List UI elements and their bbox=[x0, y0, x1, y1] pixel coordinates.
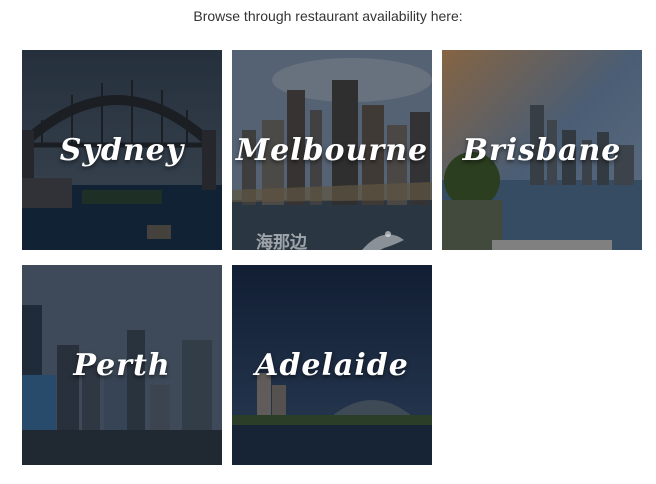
city-label-adelaide: Adelaide bbox=[255, 347, 409, 383]
city-label-perth: Perth bbox=[73, 347, 171, 383]
city-tile-adelaide[interactable]: Adelaide bbox=[232, 265, 432, 465]
watermark-text: 海那边 bbox=[256, 233, 307, 250]
city-label-brisbane: Brisbane bbox=[462, 132, 622, 168]
city-tile-perth[interactable]: Perth bbox=[22, 265, 222, 465]
city-tile-brisbane[interactable]: Brisbane bbox=[442, 50, 642, 250]
city-tile-melbourne[interactable]: Melbourne 海那边 bbox=[232, 50, 432, 250]
bird-logo-icon bbox=[362, 231, 404, 250]
city-label-sydney: Sydney bbox=[59, 132, 185, 168]
watermark-logo: 海那边 bbox=[254, 224, 414, 250]
city-tile-sydney[interactable]: Sydney bbox=[22, 50, 222, 250]
intro-text: Browse through restaurant availability h… bbox=[193, 8, 463, 24]
